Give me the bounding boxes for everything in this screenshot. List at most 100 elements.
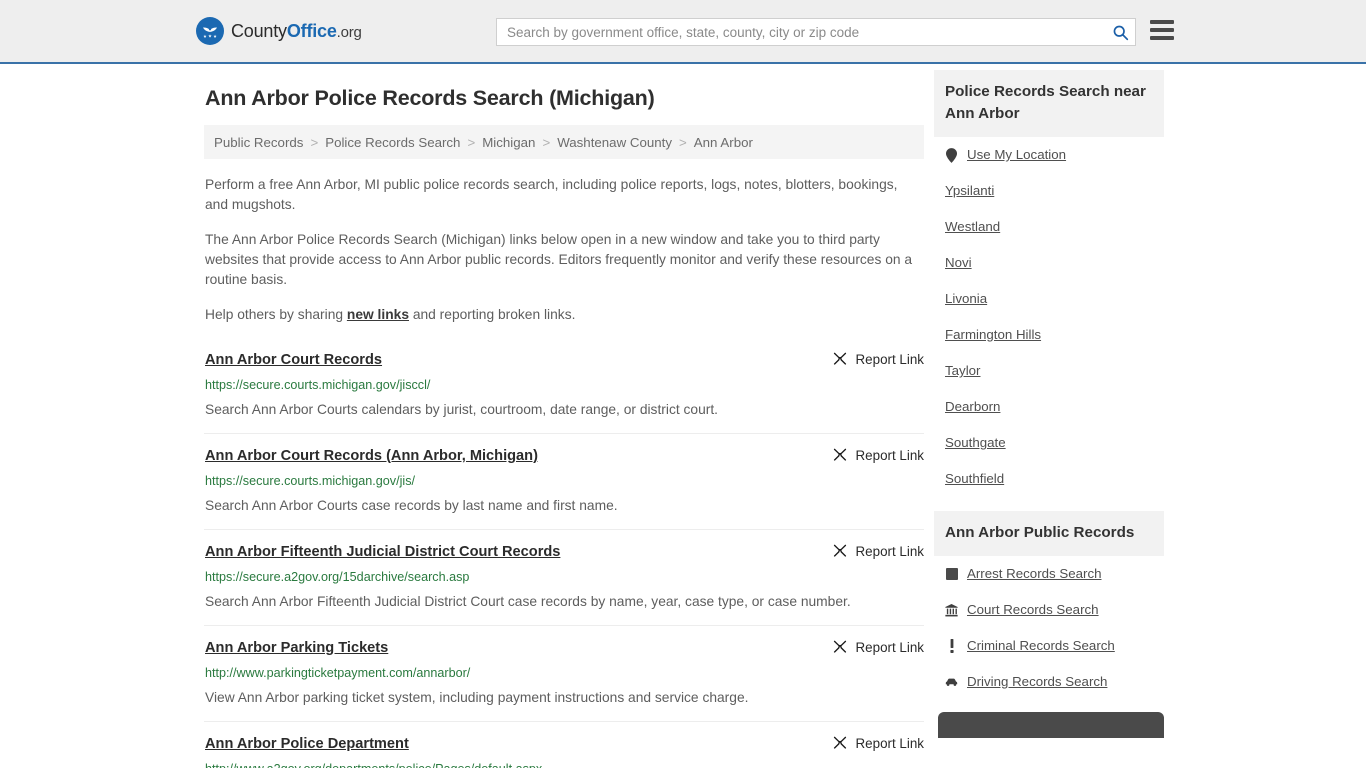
record-link-title[interactable]: Ann Arbor Police Department <box>205 735 409 754</box>
sidebar-nearby-list: Use My Location Ypsilanti Westland Novi Livo… <box>934 137 1164 497</box>
sidebar-nearby-label: Taylor <box>945 363 981 378</box>
sidebar-public-records-link-3[interactable]: Criminal Records Search <box>934 628 1164 664</box>
search-button[interactable] <box>1105 19 1135 45</box>
record-link-url: http://www.parkingticketpayment.com/anna… <box>205 666 471 680</box>
car-icon <box>945 677 958 687</box>
report-link-button[interactable]: Report Link <box>832 543 924 559</box>
sidebar-public-records-item: Court Records Search <box>934 592 1164 628</box>
record-link-title[interactable]: Ann Arbor Parking Tickets <box>205 639 388 658</box>
sidebar-nearby-link-7[interactable]: Taylor <box>934 353 1164 389</box>
report-link-label: Report Link <box>855 735 924 751</box>
record-link-title[interactable]: Ann Arbor Court Records (Ann Arbor, Mich… <box>205 447 538 466</box>
sidebar-bottom-button[interactable] <box>938 712 1164 738</box>
intro-paragraph-3: Help others by sharing new links and rep… <box>205 305 919 325</box>
sidebar-nearby-heading: Police Records Search near Ann Arbor <box>934 70 1164 137</box>
report-link-button[interactable]: Report Link <box>832 351 924 367</box>
broken-link-icon <box>833 352 846 365</box>
report-link-label: Report Link <box>855 447 924 463</box>
record-link-description: Search Ann Arbor Courts case records by … <box>205 498 618 513</box>
breadcrumb: Public Records > Police Records Search > Mic… <box>204 125 924 159</box>
sidebar-public-records-item: Criminal Records Search <box>934 628 1164 664</box>
sidebar-public-records-label: Arrest Records Search <box>967 566 1102 581</box>
sidebar-nearby-label: Westland <box>945 219 1001 234</box>
sidebar: Police Records Search near Ann Arbor Use… <box>934 64 1164 768</box>
sidebar-nearby-label: Dearborn <box>945 399 1001 414</box>
sidebar-nearby-label: Southfield <box>945 471 1005 486</box>
record-link-item: Ann Arbor Court Records (Ann Arbor, Mich… <box>204 433 924 529</box>
intro-paragraph-1: Perform a free Ann Arbor, MI public poli… <box>205 177 898 212</box>
sidebar-nearby-link-5[interactable]: Livonia <box>934 281 1164 317</box>
breadcrumb-item-3[interactable]: Michigan <box>482 135 535 150</box>
report-link-button[interactable]: Report Link <box>832 735 924 751</box>
record-link-title[interactable]: Ann Arbor Court Records <box>205 351 382 370</box>
menu-button[interactable] <box>1150 20 1174 40</box>
sidebar-nearby-item: Taylor <box>934 353 1164 389</box>
sidebar-nearby-item: Southfield <box>934 461 1164 497</box>
sidebar-public-records-label: Criminal Records Search <box>967 638 1115 653</box>
page-title: Ann Arbor Police Records Search (Michiga… <box>205 86 655 110</box>
sidebar-public-records-link-1[interactable]: Arrest Records Search <box>934 556 1164 592</box>
record-link-url: http://www.a2gov.org/departments/police/… <box>205 761 924 768</box>
breadcrumb-item-5[interactable]: Ann Arbor <box>694 135 753 150</box>
record-link-item: Ann Arbor Police Department http://www.a2… <box>204 721 924 768</box>
record-link-description: View Ann Arbor parking ticket system, in… <box>205 690 749 705</box>
sidebar-nearby-label: Novi <box>945 255 972 270</box>
breadcrumb-item-2[interactable]: Police Records Search <box>325 135 460 150</box>
sidebar-public-records-item: Arrest Records Search <box>934 556 1164 592</box>
sidebar-nearby-link-8[interactable]: Dearborn <box>934 389 1164 425</box>
site-header: CountyOffice.org <box>0 0 1366 64</box>
sidebar-nearby-link-1[interactable]: Use My Location <box>934 137 1164 173</box>
breadcrumb-separator: > <box>310 134 319 150</box>
sidebar-nearby-item: Novi <box>934 245 1164 281</box>
sidebar-nearby-label: Livonia <box>945 291 988 306</box>
sidebar-nearby-link-4[interactable]: Novi <box>934 245 1164 281</box>
sidebar-nearby-link-2[interactable]: Ypsilanti <box>934 173 1164 209</box>
sidebar-nearby-item: Dearborn <box>934 389 1164 425</box>
hamburger-bar-1 <box>1150 20 1174 24</box>
intro-paragraph-2: The Ann Arbor Police Records Search (Mic… <box>205 232 913 287</box>
record-link-title[interactable]: Ann Arbor Fifteenth Judicial District Co… <box>205 543 560 562</box>
countyoffice-logo-icon <box>196 17 224 45</box>
sidebar-nearby-label: Farmington Hills <box>945 327 1042 342</box>
report-link-button[interactable]: Report Link <box>832 639 924 655</box>
sidebar-nearby-item: Farmington Hills <box>934 317 1164 353</box>
report-link-button[interactable]: Report Link <box>832 447 924 463</box>
sidebar-public-records-list: Arrest Records Search Court Records Searc… <box>934 556 1164 700</box>
sidebar-public-records-link-4[interactable]: Driving Records Search <box>934 664 1164 700</box>
record-link-description: Search Ann Arbor Courts calendars by jur… <box>205 402 719 417</box>
hamburger-bar-2 <box>1150 28 1174 32</box>
search-input[interactable] <box>497 19 1105 45</box>
report-link-label: Report Link <box>855 639 924 655</box>
sidebar-nearby-item: Westland <box>934 209 1164 245</box>
share-text-after: and reporting broken links. <box>409 307 576 322</box>
sidebar-nearby-label: Southgate <box>945 435 1006 450</box>
breadcrumb-separator: > <box>679 134 687 150</box>
sidebar-public-records-heading: Ann Arbor Public Records <box>934 511 1164 556</box>
map-pin-icon <box>945 147 958 163</box>
sidebar-nearby-link-10[interactable]: Southfield <box>934 461 1164 497</box>
page-container: Ann Arbor Police Records Search (Michiga… <box>0 64 1366 768</box>
sidebar-nearby-item: Ypsilanti <box>934 173 1164 209</box>
sidebar-nearby-link-3[interactable]: Westland <box>934 209 1164 245</box>
hamburger-bar-3 <box>1150 36 1174 40</box>
sidebar-public-records-box: Ann Arbor Public Records Arrest Records … <box>934 511 1164 700</box>
breadcrumb-separator: > <box>542 134 551 150</box>
record-link-url: https://secure.courts.michigan.gov/jis/ <box>205 474 415 488</box>
sidebar-nearby-link-6[interactable]: Farmington Hills <box>934 317 1164 353</box>
sidebar-nearby-item: Southgate <box>934 425 1164 461</box>
breadcrumb-item-1[interactable]: Public Records <box>214 135 303 150</box>
sidebar-public-records-link-2[interactable]: Court Records Search <box>934 592 1164 628</box>
record-link-item: Ann Arbor Court Records https://secure.co… <box>204 345 924 433</box>
breadcrumb-separator: > <box>467 134 476 150</box>
share-text-before: Help others by sharing <box>205 307 347 322</box>
breadcrumb-item-4[interactable]: Washtenaw County <box>557 135 672 150</box>
site-logo-link[interactable]: CountyOffice.org <box>196 17 362 45</box>
broken-link-icon <box>833 736 846 749</box>
new-links-link[interactable]: new links <box>347 307 409 322</box>
report-link-label: Report Link <box>855 543 924 559</box>
sidebar-nearby-item: Use My Location <box>934 137 1164 173</box>
broken-link-icon <box>833 640 846 653</box>
sidebar-nearby-link-9[interactable]: Southgate <box>934 425 1164 461</box>
brand-part-county: County <box>231 20 287 41</box>
report-link-label: Report Link <box>855 351 924 367</box>
